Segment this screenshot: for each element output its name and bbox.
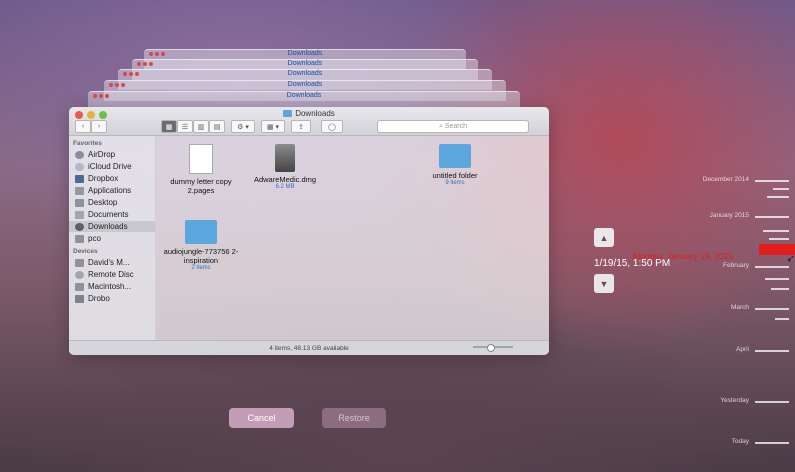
forward-button[interactable]: › (91, 120, 107, 133)
cloud-icon (75, 162, 84, 171)
folder-icon (185, 220, 217, 244)
sidebar-item-dropbox[interactable]: Dropbox (75, 173, 155, 184)
timeline-label[interactable]: January 2015 (710, 212, 749, 219)
back-button[interactable]: ‹ (75, 120, 91, 133)
file-item[interactable]: audiojungle-773756 2-inspiration 2 items (156, 220, 246, 271)
window-title: Downloads (69, 109, 549, 118)
sidebar-item-pco[interactable]: pco (75, 233, 155, 244)
chevron-down-icon: ▼ (599, 278, 609, 289)
timeline-hover-date: Monday, January 19, 2015 (633, 251, 734, 261)
toolbar: ‹ › ▦ ☰ ▥ ▤ ⚙ ▾ ▦ ▾ ⇪ ◯ ⌕ Search (69, 120, 549, 134)
dropbox-icon (75, 174, 84, 183)
file-item[interactable]: dummy letter copy 2.pages (156, 144, 246, 195)
tags-button[interactable]: ◯ (321, 120, 343, 133)
timeline-tick[interactable] (773, 188, 789, 190)
file-item[interactable]: AdwareMedic.dmg 6.2 MB (240, 144, 330, 190)
downloads-icon (75, 222, 84, 231)
ghost-title: Downloads (287, 81, 323, 88)
ghost-title: Downloads (287, 60, 323, 67)
document-icon (189, 144, 213, 174)
mouse-cursor-icon: ➶ (786, 253, 795, 265)
sidebar-header-devices: Devices (73, 248, 98, 255)
sidebar-item-remote-disc[interactable]: Remote Disc (75, 269, 155, 280)
timeline-tick[interactable] (755, 180, 789, 182)
view-icon-button[interactable]: ▦ (161, 120, 177, 133)
ghost-title: Downloads (286, 92, 322, 99)
sidebar-item-icloud-drive[interactable]: iCloud Drive (75, 161, 155, 172)
timeline-tick[interactable] (755, 266, 789, 268)
timeline-tick[interactable] (765, 278, 789, 280)
sidebar-item-macintosh-hd[interactable]: Macintosh... (75, 281, 155, 292)
window-titlebar[interactable]: Downloads ‹ › ▦ ☰ ▥ ▤ ⚙ ▾ ▦ ▾ ⇪ ◯ ⌕ Sear… (69, 107, 549, 136)
share-button[interactable]: ⇪ (291, 120, 311, 133)
sidebar: Favorites AirDrop iCloud Drive Dropbox A… (69, 136, 156, 341)
timeline-tick[interactable] (755, 350, 789, 352)
view-column-button[interactable]: ▥ (193, 120, 209, 133)
view-list-button[interactable]: ☰ (177, 120, 193, 133)
chevron-up-icon: ▲ (599, 232, 609, 243)
sidebar-header-favorites: Favorites (73, 140, 102, 147)
view-coverflow-button[interactable]: ▤ (209, 120, 225, 133)
timeline-tick[interactable] (755, 401, 789, 403)
timeline-label[interactable]: Yesterday (720, 397, 749, 404)
finder-window[interactable]: Downloads ‹ › ▦ ☰ ▥ ▤ ⚙ ▾ ▦ ▾ ⇪ ◯ ⌕ Sear… (69, 107, 549, 355)
icon-size-slider[interactable] (473, 344, 513, 352)
disk-image-icon (275, 144, 295, 172)
ghost-title: Downloads (287, 50, 323, 57)
forward-in-time-button[interactable]: ▼ (594, 274, 614, 293)
status-bar: 4 items, 48.13 GB available (69, 340, 549, 355)
restore-button[interactable]: Restore (322, 408, 386, 428)
timeline-tick[interactable] (763, 230, 789, 232)
timeline-label[interactable]: April (736, 346, 749, 353)
disc-icon (75, 270, 84, 279)
desktop-icon (75, 198, 84, 207)
sidebar-item-drobo[interactable]: Drobo (75, 293, 155, 304)
sidebar-item-desktop[interactable]: Desktop (75, 197, 155, 208)
timeline-tick[interactable] (767, 196, 789, 198)
sidebar-item-airdrop[interactable]: AirDrop (75, 149, 155, 160)
sidebar-item-downloads[interactable]: Downloads (69, 221, 155, 232)
sidebar-item-documents[interactable]: Documents (75, 209, 155, 220)
action-button[interactable]: ⚙ ▾ (231, 120, 255, 133)
folder-icon (283, 110, 293, 117)
timeline-tick[interactable] (755, 442, 789, 444)
file-item[interactable]: untitled folder 9 items (410, 144, 500, 186)
cancel-button[interactable]: Cancel (229, 408, 294, 428)
timeline-tick[interactable] (769, 238, 789, 240)
airdrop-icon (75, 150, 84, 159)
slider-thumb[interactable] (487, 344, 495, 352)
drive-icon (75, 294, 84, 303)
file-browser: dummy letter copy 2.pages AdwareMedic.dm… (156, 136, 549, 341)
timeline-tick[interactable] (775, 318, 789, 320)
sidebar-item-applications[interactable]: Applications (75, 185, 155, 196)
hard-drive-icon (75, 282, 84, 291)
arrange-button[interactable]: ▦ ▾ (261, 120, 285, 133)
search-input[interactable]: ⌕ Search (377, 120, 529, 133)
timeline-tick[interactable] (755, 308, 789, 310)
home-icon (75, 234, 84, 243)
back-in-time-button[interactable]: ▲ (594, 228, 614, 247)
timeline-tick[interactable] (771, 288, 789, 290)
timeline-label[interactable]: February (723, 262, 749, 269)
sidebar-item-davids-mac[interactable]: David's M... (75, 257, 155, 268)
documents-icon (75, 210, 84, 219)
folder-icon (439, 144, 471, 168)
applications-icon (75, 186, 84, 195)
timeline-tick[interactable] (755, 216, 789, 218)
time-machine-screen: Downloads Downloads Downloads Downloads … (6, 6, 789, 466)
laptop-icon (75, 258, 84, 267)
ghost-title: Downloads (287, 70, 323, 77)
timeline-label[interactable]: Today (732, 438, 749, 445)
timeline-label[interactable]: March (731, 304, 749, 311)
timeline-label[interactable]: December 2014 (703, 176, 749, 183)
